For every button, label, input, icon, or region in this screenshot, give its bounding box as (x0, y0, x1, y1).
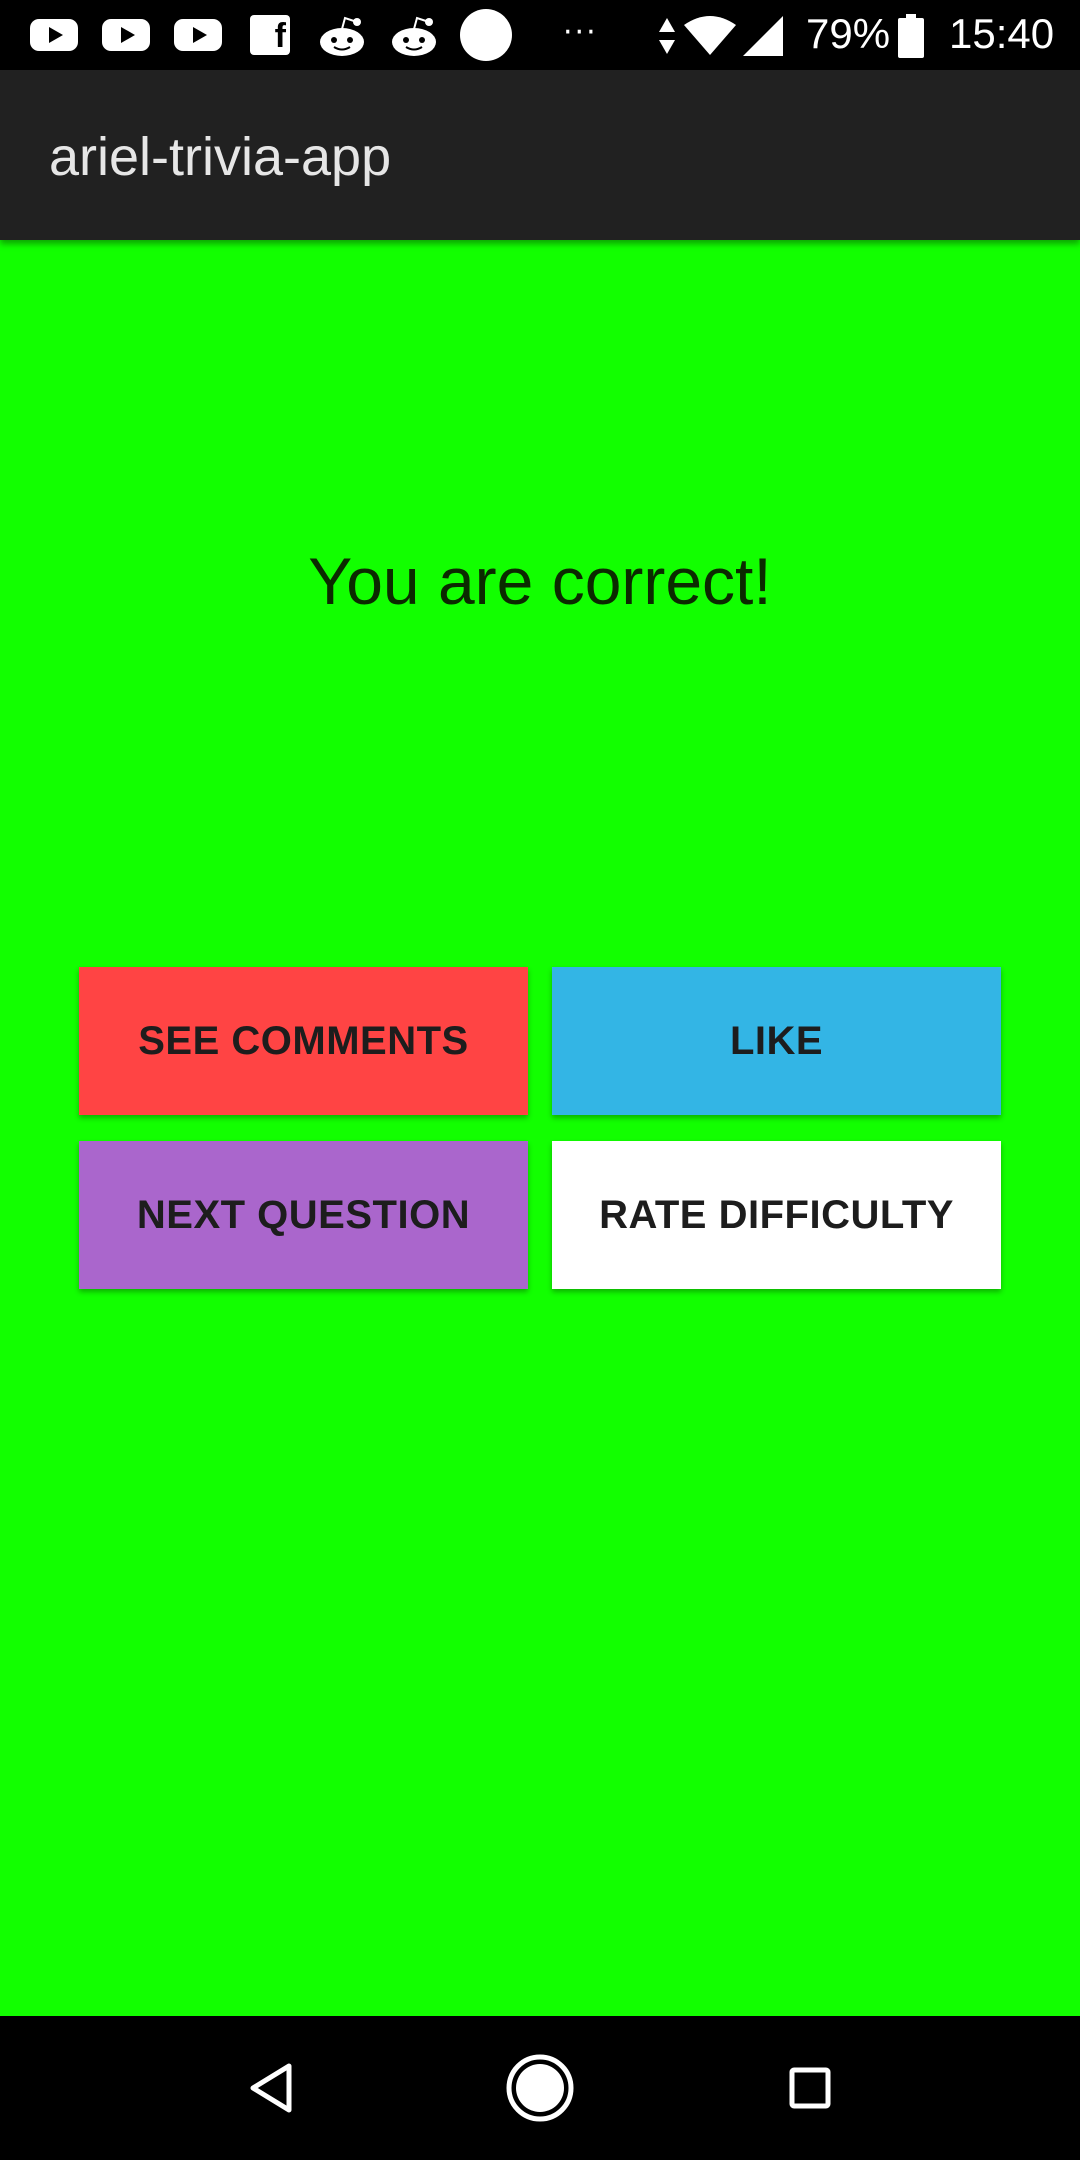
rate-difficulty-button[interactable]: RATE DIFFICULTY (552, 1141, 1001, 1289)
recent-apps-icon[interactable] (774, 2052, 846, 2124)
facebook-icon: f (250, 15, 290, 55)
circle-icon (460, 9, 512, 61)
back-icon[interactable] (235, 2052, 307, 2124)
navigation-bar (0, 2016, 1080, 2160)
facebook-letter: f (274, 17, 286, 55)
see-comments-button[interactable]: SEE COMMENTS (79, 967, 528, 1115)
app-title: ariel-trivia-app (49, 127, 392, 187)
like-button[interactable]: LIKE (552, 967, 1001, 1115)
home-icon[interactable] (504, 2052, 576, 2124)
result-message: You are correct! (308, 544, 772, 618)
data-arrows-icon (655, 14, 679, 58)
next-question-button[interactable]: NEXT QUESTION (79, 1141, 528, 1289)
youtube-icon (102, 19, 150, 51)
youtube-icon (174, 19, 222, 51)
clock: 15:40 (949, 10, 1055, 57)
wifi-icon (680, 14, 740, 58)
reddit-icon (317, 14, 367, 58)
youtube-icon (30, 19, 78, 51)
reddit-icon (389, 14, 439, 58)
battery-percent: 79% (806, 10, 891, 57)
app-bar: ariel-trivia-app (0, 70, 1080, 240)
battery-icon (897, 14, 925, 58)
signal-icon (742, 14, 784, 58)
screen: f ··· 79% 15:40 ariel-trivia-app You are… (0, 0, 1080, 2160)
status-bar: f ··· 79% 15:40 (0, 0, 1080, 70)
more-dots-icon: ··· (563, 14, 598, 50)
